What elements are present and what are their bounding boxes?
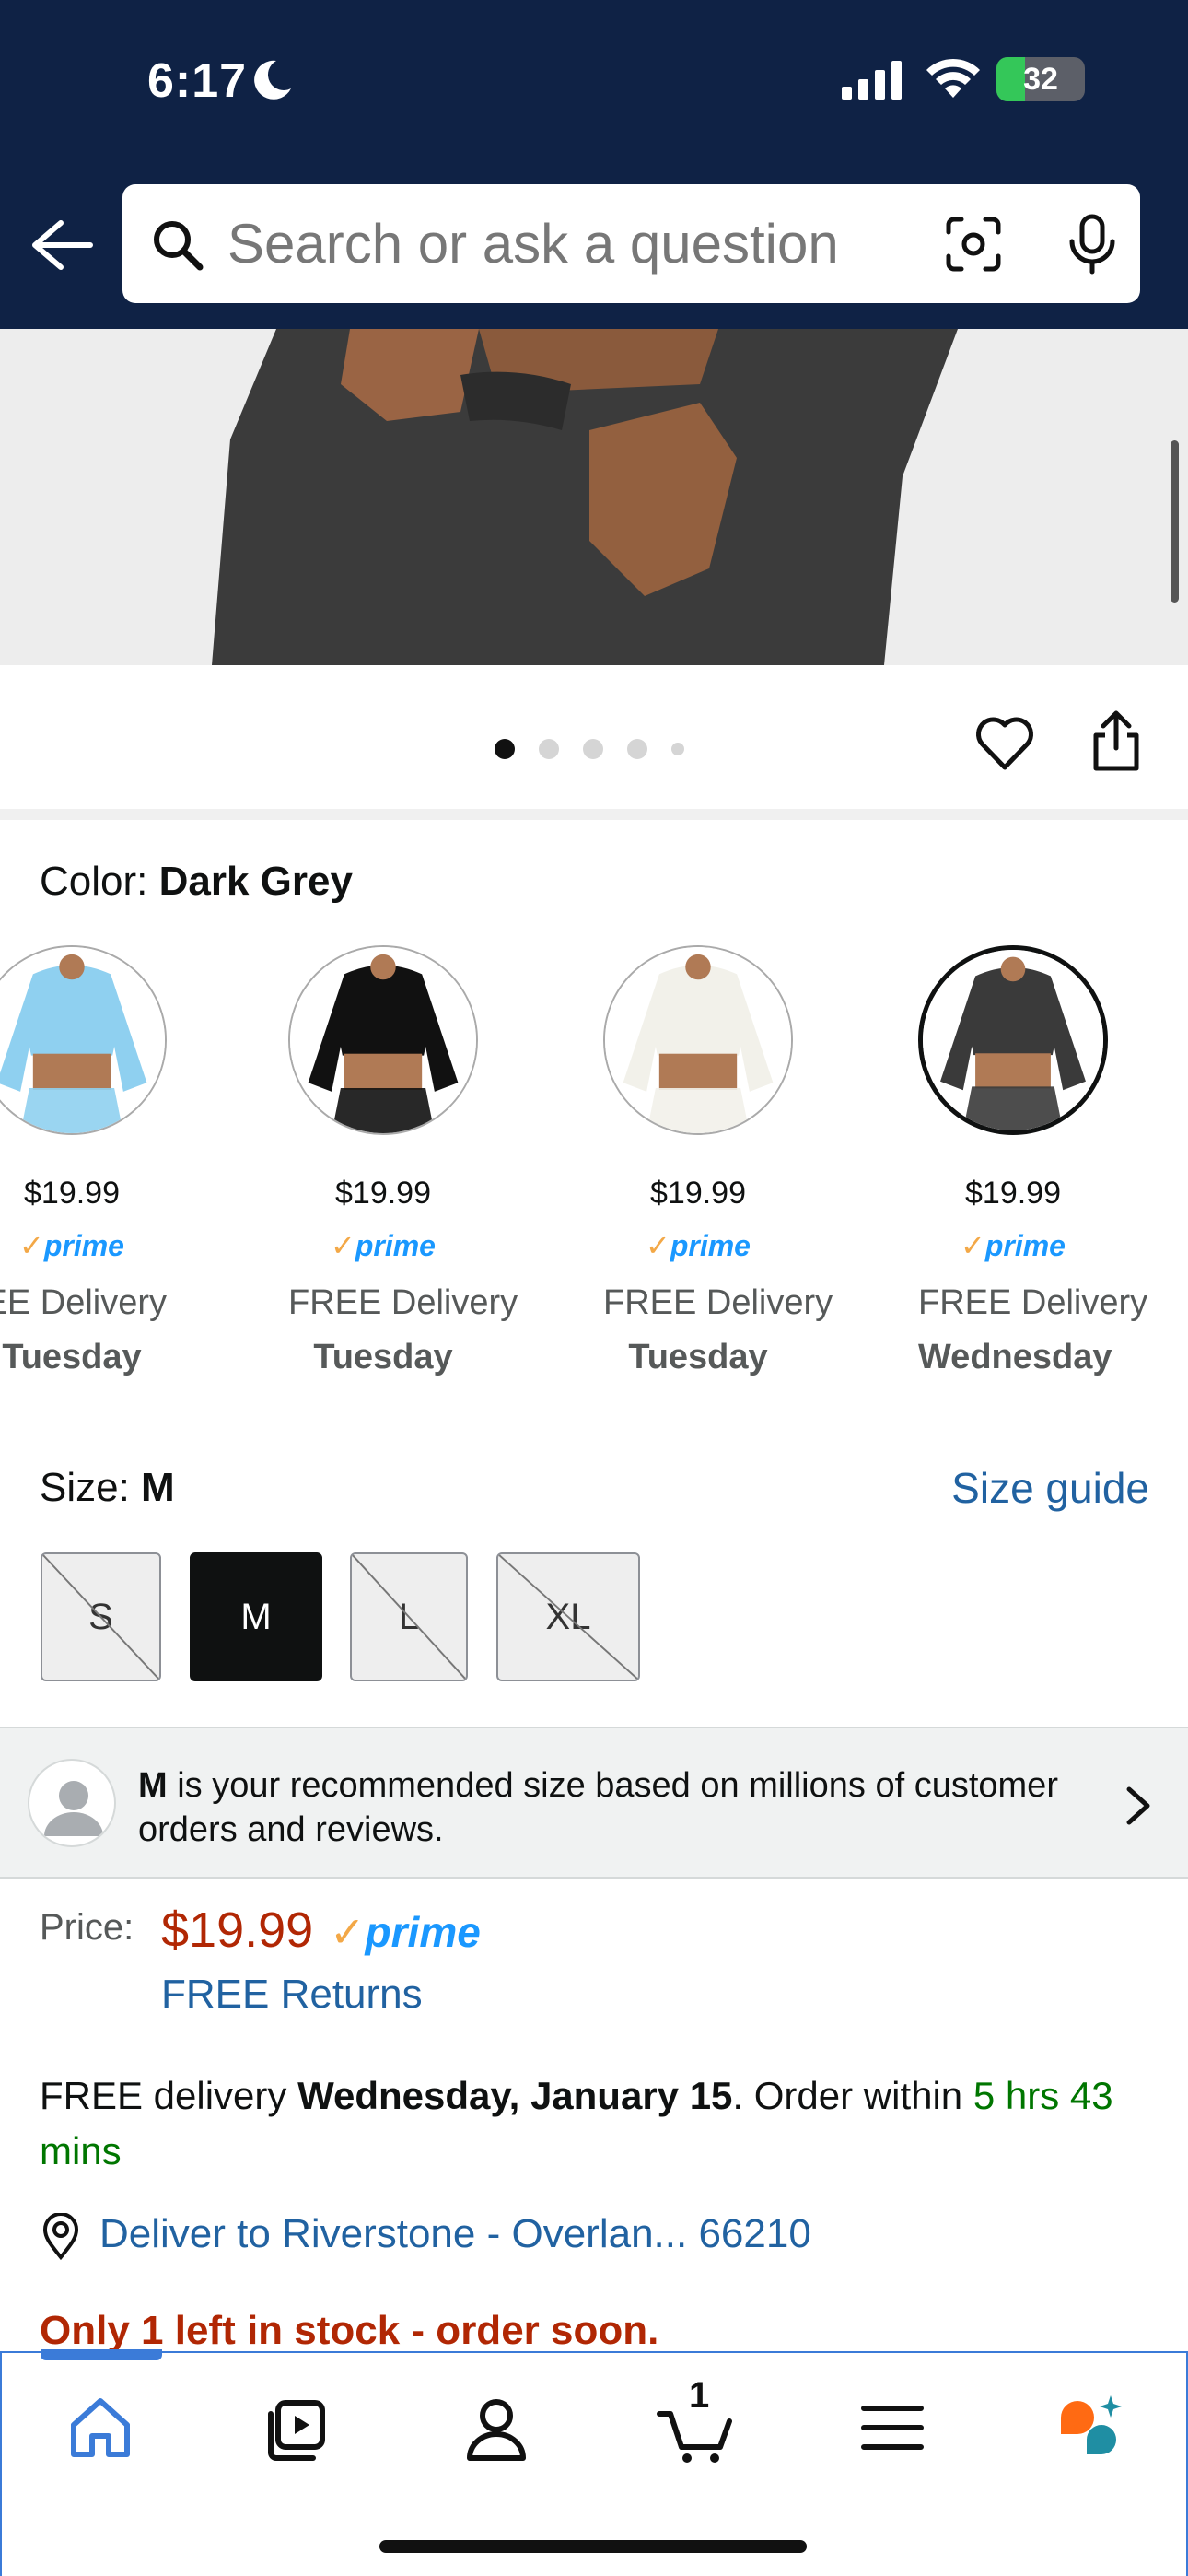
gallery-dot[interactable] — [627, 739, 647, 759]
battery-percent: 32 — [1023, 62, 1058, 97]
search-bar[interactable]: Search or ask a question — [122, 184, 1140, 303]
price-label: Price: — [40, 1907, 134, 1948]
size-label: Size: M — [40, 1465, 175, 1511]
prime-check-icon: ✓ — [646, 1229, 670, 1262]
microphone-icon[interactable] — [1066, 214, 1118, 275]
swatch-image — [918, 945, 1108, 1135]
menu-icon[interactable] — [851, 2386, 934, 2469]
recommendation-body: is your recommended size based on millio… — [138, 1766, 1058, 1849]
selected-size: M — [141, 1465, 175, 1510]
cart-count-badge: 1 — [689, 2375, 710, 2416]
gallery-dot[interactable] — [671, 743, 684, 755]
prime-badge-label: prime — [984, 1229, 1066, 1262]
swatch-delivery: FREE Delivery — [603, 1283, 833, 1322]
location-pin-icon — [42, 2213, 79, 2261]
stock-warning: Only 1 left in stock - order soon. — [40, 2308, 659, 2353]
prime-badge-label: prime — [43, 1229, 124, 1262]
size-option-xl[interactable]: XL — [496, 1552, 640, 1681]
swatch-delivery: EE Delivery — [0, 1283, 167, 1322]
swatch-delivery: FREE Delivery — [918, 1283, 1148, 1322]
swatch-image — [0, 945, 167, 1135]
prime-badge: ✓prime — [603, 1228, 793, 1263]
product-image[interactable] — [0, 329, 1188, 665]
size-option-label: M — [240, 1596, 272, 1637]
color-swatch-white[interactable]: $19.99 ✓prime FREE Delivery Tuesday — [603, 945, 833, 1377]
color-swatch-light-blue[interactable]: $19.99 ✓prime EE Delivery Tuesday — [0, 945, 167, 1377]
unavailable-slash — [42, 1554, 159, 1680]
size-guide-link[interactable]: Size guide — [951, 1463, 1149, 1513]
prime-check-icon: ✓ — [331, 1229, 355, 1262]
app-header: 6:17 32 Search or ask a question — [0, 0, 1188, 329]
search-input[interactable]: Search or ask a question — [227, 212, 839, 275]
section-divider — [0, 809, 1188, 820]
product-photo — [0, 329, 1188, 665]
prime-badge: ✓prime — [0, 1228, 167, 1263]
prime-badge-label: prime — [670, 1229, 751, 1262]
deliver-to-link[interactable]: Deliver to Riverstone - Overlan... 66210 — [99, 2211, 811, 2257]
recommendation-text: M is your recommended size based on mill… — [138, 1763, 1105, 1852]
gallery-dot[interactable] — [495, 739, 515, 759]
active-tab-indicator — [41, 2349, 162, 2360]
color-label: Color: Dark Grey — [40, 859, 353, 905]
unavailable-slash — [498, 1554, 638, 1680]
prime-badge-label: prime — [365, 1908, 481, 1956]
prime-badge-label: prime — [355, 1229, 436, 1262]
chevron-right-icon — [1126, 1786, 1150, 1825]
selected-color: Dark Grey — [158, 859, 353, 904]
recommended-size: M — [138, 1766, 168, 1805]
delivery-info: FREE delivery Wednesday, January 15. Ord… — [40, 2068, 1154, 2179]
swatch-price: $19.99 — [335, 1176, 431, 1211]
delivery-date: Wednesday, January 15 — [297, 2074, 733, 2117]
size-option-s[interactable]: S — [41, 1552, 161, 1681]
heart-icon[interactable] — [974, 716, 1035, 771]
size-option-m[interactable]: M — [190, 1552, 322, 1681]
swatch-image — [288, 945, 478, 1135]
size-option-l[interactable]: L — [350, 1552, 468, 1681]
prime-badge: ✓prime — [288, 1228, 478, 1263]
swatch-delivery-day: Tuesday — [628, 1338, 768, 1376]
color-label-prefix: Color: — [40, 859, 159, 904]
prime-check-icon: ✓ — [961, 1229, 985, 1262]
free-returns-link[interactable]: FREE Returns — [161, 1972, 423, 2018]
swatch-delivery-day: Wednesday — [918, 1338, 1112, 1376]
gallery-controls — [0, 665, 1188, 813]
swatch-price: $19.99 — [965, 1176, 1061, 1211]
prime-badge: ✓prime — [330, 1907, 481, 1957]
home-indicator[interactable] — [379, 2540, 807, 2553]
delivery-prefix: FREE delivery — [40, 2074, 298, 2117]
status-time: 6:17 — [147, 54, 248, 108]
swatch-price: $19.99 — [650, 1176, 746, 1211]
back-arrow-icon[interactable] — [28, 217, 94, 273]
moon-icon — [254, 60, 291, 100]
price-value: $19.99 — [161, 1903, 314, 1958]
gallery-dot[interactable] — [583, 739, 603, 759]
scroll-indicator[interactable] — [1171, 440, 1179, 603]
account-icon[interactable] — [455, 2386, 538, 2469]
swatch-delivery: FREE Delivery — [288, 1283, 518, 1322]
user-avatar-icon — [28, 1759, 116, 1847]
color-swatch-dark-grey[interactable]: $19.99 ✓prime FREE Delivery Wednesday — [918, 945, 1148, 1377]
swatch-image — [603, 945, 793, 1135]
gallery-dot[interactable] — [539, 739, 559, 759]
prime-badge: ✓prime — [918, 1228, 1108, 1263]
wifi-icon — [926, 58, 980, 98]
delivery-middle: . Order within — [732, 2074, 973, 2117]
color-swatch-black[interactable]: $19.99 ✓prime FREE Delivery Tuesday — [288, 945, 518, 1377]
size-label-prefix: Size: — [40, 1465, 142, 1510]
swatch-delivery-day: Tuesday — [313, 1338, 453, 1376]
camera-scan-icon[interactable] — [945, 216, 1002, 273]
search-icon — [154, 221, 204, 271]
swatch-price: $19.99 — [24, 1176, 120, 1211]
swatch-delivery-day: Tuesday — [2, 1338, 142, 1376]
unavailable-slash — [352, 1554, 466, 1680]
video-library-icon[interactable] — [256, 2386, 339, 2469]
battery-indicator: 32 — [996, 57, 1085, 101]
home-icon[interactable] — [59, 2386, 142, 2469]
share-icon[interactable] — [1090, 709, 1142, 772]
rufus-assistant-icon[interactable] — [1050, 2386, 1133, 2469]
signal-icon — [842, 61, 902, 100]
prime-check-icon: ✓ — [19, 1229, 44, 1262]
prime-check-icon: ✓ — [330, 1908, 366, 1956]
size-recommendation-banner[interactable]: M is your recommended size based on mill… — [0, 1727, 1188, 1879]
